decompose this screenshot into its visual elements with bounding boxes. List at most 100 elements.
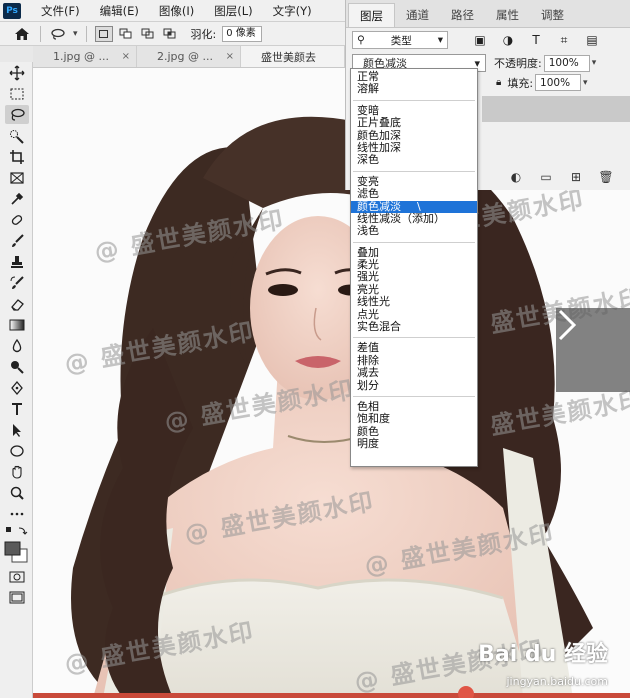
swap-colors-icon — [5, 527, 27, 535]
tab-layers[interactable]: 图层 — [348, 3, 395, 27]
crop-tool[interactable] — [0, 146, 33, 167]
close-icon[interactable]: × — [122, 51, 130, 62]
hand-tool[interactable] — [0, 461, 33, 482]
hand-icon — [11, 465, 22, 479]
pen-tool[interactable] — [0, 377, 33, 398]
zoom-tool[interactable] — [0, 482, 33, 503]
eyedropper-tool[interactable] — [0, 188, 33, 209]
video-progress-bar[interactable] — [33, 693, 630, 698]
more-tools[interactable] — [0, 503, 33, 524]
menu-layer[interactable]: 图层(L) — [214, 3, 252, 19]
tab-paths[interactable]: 路径 — [440, 3, 485, 27]
menu-file[interactable]: 文件(F) — [41, 3, 80, 19]
quick-selection-icon — [9, 129, 24, 144]
menu-image[interactable]: 图像(I) — [159, 3, 194, 19]
adjustment-filter-icon[interactable]: ◑ — [494, 33, 522, 48]
document-tab[interactable]: 2.jpg @ ... × — [137, 46, 241, 67]
separator — [353, 241, 475, 243]
new-selection-button[interactable] — [94, 25, 113, 42]
blur-tool[interactable] — [0, 335, 33, 356]
opacity-input[interactable]: 100% — [543, 54, 590, 72]
layer-row[interactable] — [482, 96, 630, 122]
adjustment-layer-icon[interactable]: ◐ — [501, 170, 531, 184]
blend-option[interactable]: 强光 — [351, 271, 477, 284]
filter-type-label: 类型 — [390, 34, 412, 47]
next-slide-button[interactable] — [556, 308, 630, 392]
frame-icon — [9, 171, 24, 184]
default-colors-control[interactable] — [0, 524, 33, 538]
blend-option[interactable]: 浅色 — [351, 224, 477, 237]
separator — [353, 337, 475, 339]
lasso-tool[interactable] — [0, 104, 33, 125]
tab-channels[interactable]: 通道 — [395, 3, 440, 27]
path-selection-tool[interactable] — [0, 419, 33, 440]
tab-properties[interactable]: 属性 — [485, 3, 530, 27]
new-layer-icon[interactable]: ⊞ — [561, 170, 591, 184]
separator — [353, 99, 475, 101]
blend-option[interactable]: 差值 — [351, 342, 477, 355]
gradient-tool[interactable] — [0, 314, 33, 335]
quick-selection-tool[interactable] — [0, 125, 33, 146]
document-tab[interactable]: 1.jpg @ ... × — [33, 46, 137, 67]
menu-type[interactable]: 文字(Y) — [273, 3, 312, 19]
menu-bar: Ps 文件(F) 编辑(E) 图像(I) 图层(L) 文字(Y) — [0, 0, 345, 22]
blend-option[interactable]: 实色混合 — [351, 320, 477, 333]
chevron-down-icon[interactable]: ▾ — [583, 78, 588, 88]
screen-mode-button[interactable] — [0, 587, 33, 608]
blend-option[interactable]: 划分 — [351, 379, 477, 392]
blend-option[interactable]: 深色 — [351, 153, 477, 166]
color-swatches[interactable] — [0, 538, 33, 566]
healing-brush-tool[interactable] — [0, 209, 33, 230]
smart-object-filter-icon[interactable]: ▤ — [578, 33, 606, 48]
progress-handle[interactable] — [458, 686, 474, 698]
frame-tool[interactable] — [0, 167, 33, 188]
subtract-selection-button[interactable] — [139, 26, 157, 42]
blend-option[interactable]: 溶解 — [351, 82, 477, 95]
filter-type-select[interactable]: ⚲ 类型 ▾ — [352, 31, 448, 49]
ellipse-tool[interactable] — [0, 440, 33, 461]
document-tab[interactable]: 盛世美颜去 — [241, 46, 345, 67]
brush-tool[interactable] — [0, 230, 33, 251]
intersect-selection-button[interactable] — [161, 26, 179, 42]
layers-panel-footer: ◐ ▭ ⊞ 🗑︎ — [501, 170, 621, 184]
dodge-tool[interactable] — [0, 356, 33, 377]
fill-input[interactable]: 100% — [535, 74, 582, 91]
type-tool[interactable] — [0, 398, 33, 419]
crop-icon — [9, 149, 24, 164]
bandage-icon — [11, 214, 22, 225]
feather-input[interactable]: 0 像素 — [222, 25, 263, 42]
shape-filter-icon[interactable]: ⌗ — [550, 33, 578, 48]
image-filter-icon[interactable]: ▣ — [466, 33, 494, 48]
group-folder-icon[interactable]: ▭ — [531, 170, 561, 184]
history-brush-tool[interactable] — [0, 272, 33, 293]
clone-stamp-tool[interactable] — [0, 251, 33, 272]
add-to-selection-button[interactable] — [117, 26, 135, 42]
chevron-down-icon[interactable]: ▾ — [73, 29, 78, 39]
home-icon[interactable] — [12, 26, 32, 42]
menu-edit[interactable]: 编辑(E) — [100, 3, 139, 19]
separator — [353, 395, 475, 397]
arrow-pointer-icon — [12, 423, 21, 437]
divider — [85, 25, 87, 42]
type-filter-icon[interactable]: T — [522, 33, 550, 48]
move-icon — [9, 65, 24, 80]
lasso-preset-icon[interactable] — [49, 26, 67, 42]
blur-drop-icon — [12, 338, 21, 352]
blend-option[interactable]: 明度 — [351, 437, 477, 450]
chevron-down-icon[interactable]: ▾ — [592, 58, 597, 68]
blend-option[interactable]: 线性光 — [351, 295, 477, 308]
blend-option[interactable]: 减去 — [351, 366, 477, 379]
marquee-tool[interactable] — [0, 83, 33, 104]
trash-icon[interactable]: 🗑︎ — [591, 170, 621, 184]
baidu-url: jingyan.baidu.com — [506, 675, 608, 688]
close-icon[interactable]: × — [226, 51, 234, 62]
move-tool[interactable] — [0, 62, 33, 83]
ellipsis-icon — [10, 512, 23, 515]
tab-label: 盛世美颜去 — [261, 50, 316, 64]
eraser-tool[interactable] — [0, 293, 33, 314]
tab-adjustments[interactable]: 调整 — [530, 3, 575, 27]
quick-mask-button[interactable] — [0, 566, 33, 587]
blend-option[interactable]: 正片叠底 — [351, 116, 477, 129]
blend-option[interactable]: 饱和度 — [351, 412, 477, 425]
lock-icon[interactable]: 🔒︎ — [496, 77, 501, 88]
